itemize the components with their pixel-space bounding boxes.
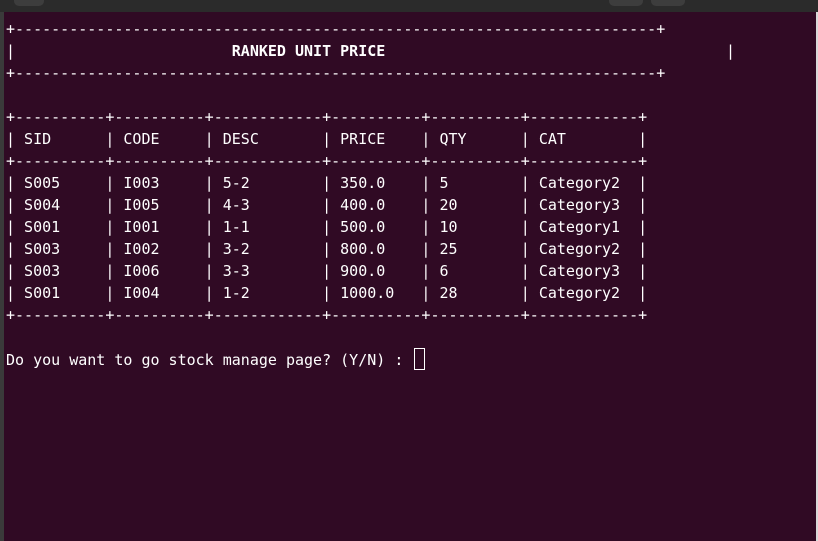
table-row: | S003 | I002 | 3-2 | 800.0 | 25 | Categ… <box>6 240 648 258</box>
table-row: | S005 | I003 | 5-2 | 350.0 | 5 | Catego… <box>6 174 648 192</box>
table-row: | S003 | I006 | 3-3 | 900.0 | 6 | Catego… <box>6 262 648 280</box>
input-cursor[interactable] <box>414 348 426 370</box>
table-border-top: +----------+----------+------------+----… <box>6 108 648 126</box>
table-border-bottom: +----------+----------+------------+----… <box>6 306 648 324</box>
title-border-top: +---------------------------------------… <box>6 20 666 38</box>
table-row: | S001 | I004 | 1-2 | 1000.0 | 28 | Cate… <box>6 284 648 302</box>
title-border-bottom: +---------------------------------------… <box>6 64 666 82</box>
prompt-text: Do you want to go stock manage page? (Y/… <box>6 351 413 369</box>
title-left-edge: | <box>6 42 16 60</box>
terminal-output: +---------------------------------------… <box>6 18 812 541</box>
search-button[interactable] <box>609 0 643 6</box>
title-row: | RANKED UNIT PRICE | <box>6 40 812 62</box>
left-window-edge <box>0 12 4 541</box>
prompt-line: Do you want to go stock manage page? (Y/… <box>6 348 812 370</box>
page-title: RANKED UNIT PRICE <box>15 42 386 60</box>
table-header: | SID | CODE | DESC | PRICE | QTY | CAT … <box>6 130 648 148</box>
title-right-edge: | <box>726 42 736 60</box>
hamburger-menu-button[interactable] <box>651 0 685 6</box>
table-border-header: +----------+----------+------------+----… <box>6 152 648 170</box>
window-menu-button[interactable] <box>14 0 44 6</box>
window-titlebar <box>0 0 818 12</box>
table-row: | S004 | I005 | 4-3 | 400.0 | 20 | Categ… <box>6 196 648 214</box>
table-row: | S001 | I001 | 1-1 | 500.0 | 10 | Categ… <box>6 218 648 236</box>
